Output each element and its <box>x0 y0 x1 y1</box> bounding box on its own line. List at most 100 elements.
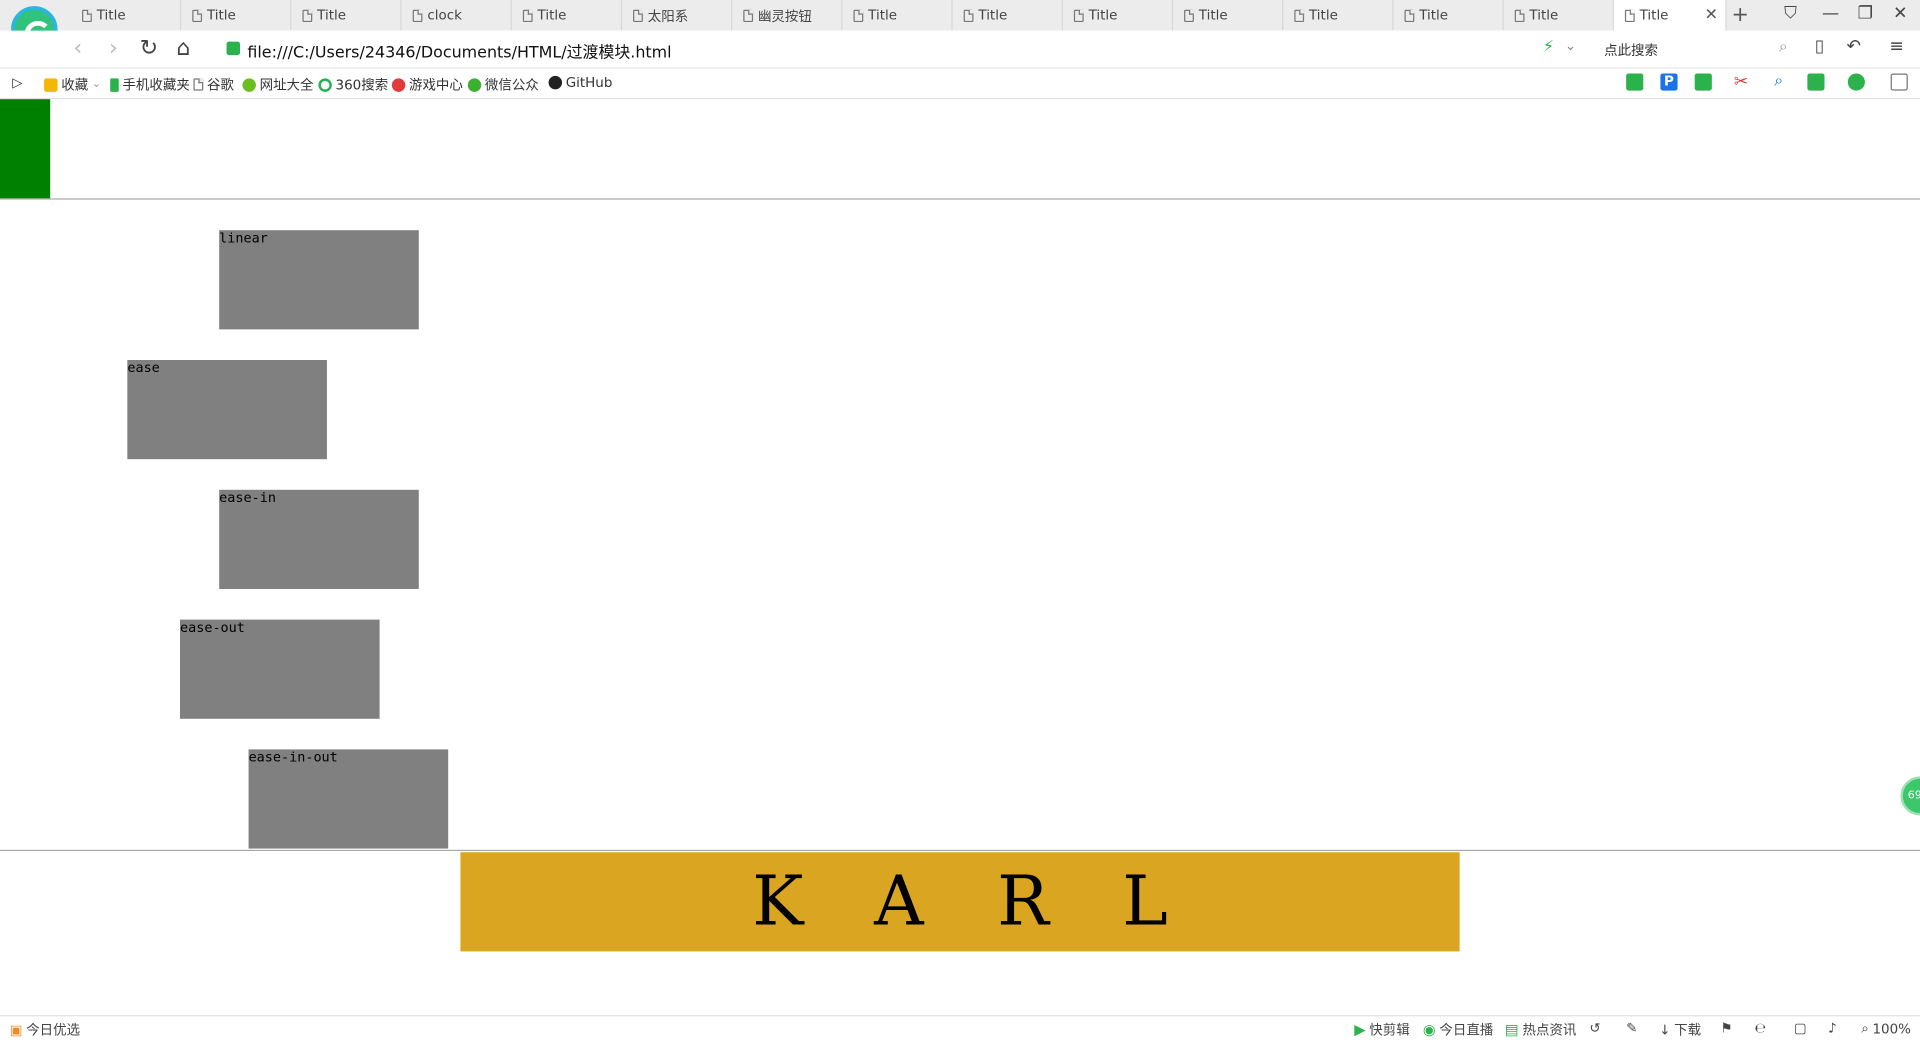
search-box[interactable]: 点此搜索 ⌕ <box>1592 36 1800 63</box>
bookmark-game-center[interactable]: 游戏中心 <box>391 75 463 95</box>
download[interactable]: ↓ 下载 <box>1659 1020 1701 1040</box>
page-icon <box>963 9 974 22</box>
url-input[interactable]: file:///C:/Users/24346/Documents/HTML/过渡… <box>247 39 671 62</box>
translate-extension-icon[interactable] <box>1694 73 1712 91</box>
transition-box-ease[interactable]: ease <box>127 360 327 460</box>
bookmarks-bar: ▷ 收藏 ⌄ 手机收藏夹 谷歌 网址大全 360搜索 游戏中心 微信公众 GitH… <box>0 68 1920 100</box>
karl-banner[interactable]: KARL <box>460 852 1460 952</box>
chevron-down-icon[interactable]: ⌄ <box>1565 38 1576 54</box>
shirt-skin-icon[interactable]: ⛉ <box>1784 4 1797 24</box>
sound-icon[interactable]: ♪ <box>1828 1020 1837 1036</box>
address-bar: ‹ › ↻ ⌂ file:///C:/Users/24346/Documents… <box>0 30 1920 69</box>
tab[interactable]: Title <box>1063 0 1174 31</box>
tab[interactable]: Title <box>953 0 1063 31</box>
reader-extension-icon[interactable] <box>1626 73 1644 91</box>
github-icon <box>548 75 563 90</box>
undo-close-icon[interactable]: ↶ <box>1847 37 1861 57</box>
transition-box-ease-out[interactable]: ease-out <box>180 619 380 719</box>
page-icon <box>302 9 313 22</box>
gift-icon: ▣ <box>9 1021 23 1038</box>
pin-icon[interactable]: ✎ <box>1626 1020 1637 1036</box>
tab[interactable]: 幽灵按钮 <box>732 0 843 31</box>
zoom[interactable]: ⌕ 100% <box>1861 1020 1911 1037</box>
search-input[interactable]: 点此搜索 <box>1604 40 1658 60</box>
window-icon[interactable]: ▢ <box>1794 1020 1807 1036</box>
scissors-icon[interactable]: ✂ <box>1734 73 1751 90</box>
game-extension-icon[interactable] <box>1807 73 1825 91</box>
page-icon <box>1404 9 1415 22</box>
home-icon[interactable]: ⌂ <box>176 36 190 62</box>
search360-icon <box>318 77 332 92</box>
bookmark-github[interactable]: GitHub <box>548 75 612 91</box>
tab[interactable]: Title <box>1504 0 1614 31</box>
page-content: linear ease ease-in ease-out ease-in-out… <box>0 99 1920 1016</box>
bookmark-mobile[interactable]: 手机收藏夹 <box>110 75 190 95</box>
box-label: ease-out <box>180 619 245 636</box>
tab[interactable]: Title <box>291 0 402 31</box>
page-icon <box>192 9 203 22</box>
close-tab-icon[interactable]: ✕ <box>1705 6 1718 24</box>
search-icon[interactable]: ⌕ <box>1779 38 1788 56</box>
play-circle-icon: ◉ <box>1422 1021 1436 1039</box>
tab[interactable]: clock <box>402 0 512 31</box>
ie-icon[interactable]: ℮ <box>1755 1020 1767 1036</box>
box-label: ease <box>127 360 160 376</box>
star-icon <box>44 77 58 92</box>
restore-icon[interactable]: ❐ <box>1858 4 1873 24</box>
accelerate-icon[interactable]: ↺ <box>1589 1020 1600 1036</box>
globe-icon <box>242 77 256 92</box>
tab[interactable]: Title <box>842 0 953 31</box>
transition-box-linear[interactable]: linear <box>219 230 419 330</box>
bookmark-site-nav[interactable]: 网址大全 <box>242 75 313 95</box>
game-icon <box>391 77 406 92</box>
back-icon[interactable]: ‹ <box>73 36 82 62</box>
quick-clip[interactable]: ▶ 快剪辑 <box>1354 1020 1409 1040</box>
green-square <box>0 99 51 199</box>
hot-news[interactable]: ▤ 热点资讯 <box>1505 1020 1576 1040</box>
transition-box-ease-in-out[interactable]: ease-in-out <box>248 749 449 849</box>
tab-strip: Title Title Title clock Title 太阳系 幽灵按钮 T… <box>0 0 1920 53</box>
forward-icon[interactable]: › <box>109 36 118 62</box>
today-live[interactable]: ◉ 今日直播 <box>1423 1020 1493 1040</box>
chevron-down-icon: ⌄ <box>91 78 102 91</box>
bookmark-wechat[interactable]: 微信公众 <box>467 75 539 95</box>
extensions-grid-icon[interactable] <box>1890 73 1908 91</box>
page-icon <box>1184 9 1194 22</box>
menu-icon[interactable]: ≡ <box>1889 37 1903 57</box>
tab[interactable]: Title <box>512 0 623 31</box>
p-extension-icon[interactable]: P <box>1660 73 1678 91</box>
box-label: ease-in-out <box>248 749 338 766</box>
today-picks[interactable]: ▣ 今日优选 <box>10 1020 80 1040</box>
minimize-icon[interactable]: — <box>1822 4 1839 24</box>
tab[interactable]: Title <box>181 0 292 31</box>
reload-icon[interactable]: ↻ <box>140 36 158 62</box>
page-icon <box>412 9 423 22</box>
tab[interactable]: 太阳系 <box>622 0 733 31</box>
bookmark-panel-icon[interactable]: ▯ <box>1815 37 1824 57</box>
close-window-icon[interactable]: ✕ <box>1893 4 1907 24</box>
banner-text: KARL <box>752 862 1242 942</box>
download-icon: ↓ <box>1659 1021 1671 1038</box>
tab-list: Title Title Title clock Title 太阳系 幽灵按钮 T… <box>71 0 1727 31</box>
tab[interactable]: Title <box>1393 0 1504 31</box>
speed-mode-icon[interactable]: ⚡ <box>1543 38 1554 56</box>
flag-icon[interactable]: ⚑ <box>1720 1020 1732 1036</box>
tab[interactable]: Title <box>1283 0 1394 31</box>
zoom-icon: ⌕ <box>1861 1020 1869 1036</box>
bookmark-360-search[interactable]: 360搜索 <box>318 75 388 95</box>
new-tab-button[interactable]: + <box>1731 2 1748 26</box>
magnifier-extension-icon[interactable]: ⌕ <box>1774 73 1791 90</box>
bookmark-favorites[interactable]: 收藏 ⌄ <box>44 75 101 95</box>
video-icon: ▶ <box>1354 1021 1366 1039</box>
tab-active[interactable]: Title ✕ <box>1613 0 1727 31</box>
divider-top <box>0 198 1920 200</box>
tab[interactable]: Title <box>1173 0 1284 31</box>
doc-icon <box>193 78 204 91</box>
tab[interactable]: Title <box>71 0 182 31</box>
page-icon <box>82 9 92 22</box>
transition-box-ease-in[interactable]: ease-in <box>219 489 419 589</box>
shield-extension-icon[interactable] <box>1847 73 1865 91</box>
floating-speed-ball[interactable]: 69 <box>1900 776 1920 816</box>
bookmark-google[interactable]: 谷歌 <box>193 75 234 95</box>
sidebar-toggle-icon[interactable]: ▷ <box>12 75 22 91</box>
